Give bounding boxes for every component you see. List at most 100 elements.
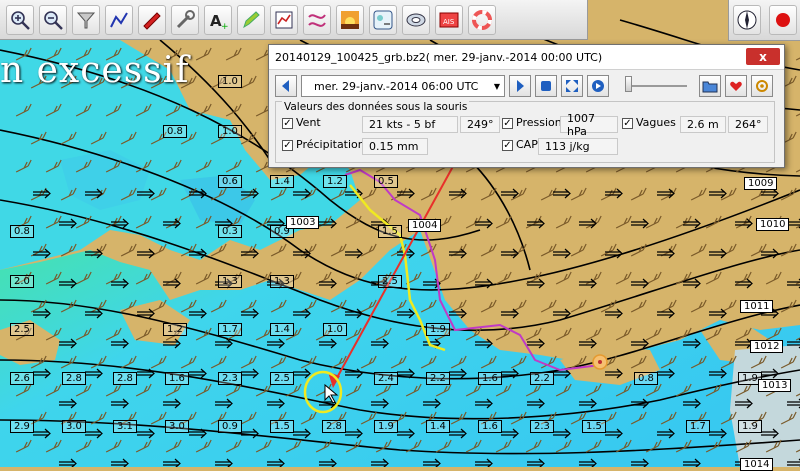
folder-icon: [702, 81, 718, 93]
favorite-button[interactable]: [725, 75, 747, 97]
wave-label: 0.6: [218, 175, 242, 188]
pressure-label: 1003: [286, 216, 320, 229]
wave-label: 0.5: [374, 175, 398, 188]
lifebuoy-button[interactable]: [468, 4, 496, 35]
wave-label: 1.9: [426, 323, 450, 336]
record-icon: [776, 13, 790, 27]
zoom-out-button[interactable]: [39, 4, 67, 35]
pressure-label: 1009: [744, 177, 778, 190]
next-button[interactable]: [509, 75, 531, 97]
pression-checkbox[interactable]: ✓: [502, 118, 513, 129]
right-toolbar: [728, 0, 800, 41]
precip-checkbox[interactable]: ✓: [282, 140, 293, 151]
grib-settings-button[interactable]: [751, 75, 773, 97]
wave-label: 1.5: [270, 420, 294, 433]
draw-button[interactable]: [237, 4, 265, 35]
pressure-label: 1004: [408, 219, 442, 232]
cape-checkbox[interactable]: ✓: [502, 140, 513, 151]
vagues-label: Vagues: [636, 116, 676, 129]
heart-icon: [730, 81, 742, 91]
disk-icon: [406, 13, 426, 26]
filter-icon: [76, 12, 96, 28]
expand-icon: [566, 80, 578, 92]
chart-icon: [275, 11, 293, 28]
settings-button[interactable]: [171, 4, 199, 35]
arrow-left-icon: [282, 80, 289, 92]
text-add-button[interactable]: A +: [204, 4, 232, 35]
vent-value: 21 kts - 5 bf: [362, 116, 458, 133]
pressure-label: 1010: [756, 218, 790, 231]
ais-icon: AIS: [439, 12, 459, 27]
wave-label: 3.0: [62, 420, 86, 433]
zoom-fit-button[interactable]: [561, 75, 583, 97]
route-icon: [110, 11, 128, 27]
grib-controls: mer. 29-janv.-2014 06:00 UTC ▼: [275, 75, 775, 99]
wrench-icon: [176, 9, 195, 28]
wave-label: 1.3: [218, 275, 242, 288]
sunset-icon: [341, 10, 359, 29]
chart-button[interactable]: [270, 4, 298, 35]
play-button[interactable]: [587, 75, 609, 97]
wave-label: 1.5: [378, 225, 402, 238]
prev-button[interactable]: [275, 75, 297, 97]
wave-label: 1.7: [686, 420, 710, 433]
disk-button[interactable]: [402, 4, 430, 35]
wave-label: 1.6: [165, 372, 189, 385]
data-under-mouse-group: Valeurs des données sous la souris ✓ Ven…: [275, 101, 775, 163]
time-slider-thumb[interactable]: [625, 76, 632, 92]
wave-label: 2.6: [10, 372, 34, 385]
vent-direction: 249°: [460, 116, 500, 133]
sunset-button[interactable]: [336, 4, 364, 35]
wave-label: 1.4: [426, 420, 450, 433]
svg-text:AIS: AIS: [443, 18, 455, 26]
record-button[interactable]: [769, 5, 797, 35]
wave-label: 1.4: [270, 175, 294, 188]
route-button[interactable]: [105, 4, 133, 35]
wave-label: 1.3: [270, 275, 294, 288]
open-file-button[interactable]: [699, 75, 721, 97]
boat-button[interactable]: [138, 4, 166, 35]
arrow-right-icon: [517, 80, 524, 92]
wave-label: 1.0: [218, 75, 242, 88]
wave-label: 2.2: [530, 372, 554, 385]
pressure-label: 1012: [750, 340, 784, 353]
precip-value: 0.15 mm: [362, 138, 428, 155]
close-button[interactable]: x: [746, 48, 780, 65]
pencil-icon: [243, 10, 260, 28]
wave-label: 3.0: [165, 420, 189, 433]
grib-panel: 20140129_100425_grb.bz2( mer. 29-janv.-2…: [268, 44, 785, 168]
time-slider-track[interactable]: [627, 85, 687, 87]
zoom-in-icon: [11, 10, 30, 30]
wave-label: 2.5: [378, 275, 402, 288]
vagues-checkbox[interactable]: ✓: [622, 118, 633, 129]
boat-position-dot: [598, 360, 602, 364]
wave-label: 1.2: [323, 175, 347, 188]
track-icon: [308, 13, 326, 27]
vent-label: Vent: [296, 116, 321, 129]
grib-title: 20140129_100425_grb.bz2( mer. 29-janv.-2…: [275, 50, 603, 64]
pressure-label: 1014: [740, 458, 774, 471]
pressure-label: 1011: [740, 300, 774, 313]
grib-icon: [373, 10, 393, 29]
boat-icon: [143, 11, 161, 30]
grib-button[interactable]: [369, 4, 397, 35]
wave-label: 2.3: [530, 420, 554, 433]
now-button[interactable]: [535, 75, 557, 97]
vagues-direction: 264°: [728, 116, 768, 133]
wave-label: 2.3: [218, 372, 242, 385]
compass-icon: [737, 10, 757, 30]
wave-label: 2.5: [10, 323, 34, 336]
wave-label: 1.2: [163, 323, 187, 336]
ais-button[interactable]: AIS: [435, 4, 463, 35]
filter-button[interactable]: [72, 4, 100, 35]
wave-label: 2.5: [270, 372, 294, 385]
wave-label: 3.1: [113, 420, 137, 433]
track-button[interactable]: [303, 4, 331, 35]
wave-label: 2.8: [322, 420, 346, 433]
compass-button[interactable]: [733, 5, 761, 35]
vent-checkbox[interactable]: ✓: [282, 118, 293, 129]
wave-label: 0.8: [634, 372, 658, 385]
date-select[interactable]: mer. 29-janv.-2014 06:00 UTC ▼: [301, 75, 505, 97]
zoom-in-button[interactable]: [6, 4, 34, 35]
group-title: Valeurs des données sous la souris: [282, 101, 470, 113]
